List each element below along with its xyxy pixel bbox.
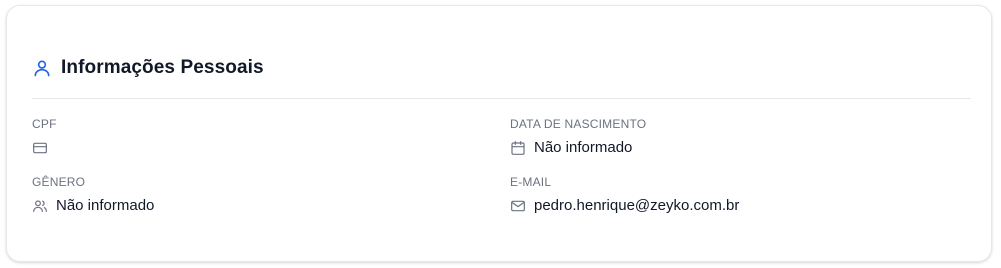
field-email: E-MAIL pedro.henrique@zeyko.com.br bbox=[510, 175, 739, 215]
field-value: Não informado bbox=[534, 139, 633, 156]
field-label: E-MAIL bbox=[510, 175, 552, 189]
field-birth-date: DATA DE NASCIMENTO Não informado bbox=[510, 117, 646, 157]
field-value: Não informado bbox=[56, 197, 155, 214]
field-value-row: Não informado bbox=[32, 197, 154, 215]
field-value-row bbox=[32, 139, 57, 157]
divider bbox=[32, 98, 971, 99]
field-label: GÊNERO bbox=[32, 175, 86, 189]
field-value-row: Não informado bbox=[510, 139, 646, 157]
user-icon bbox=[32, 58, 52, 78]
field-label: DATA DE NASCIMENTO bbox=[510, 117, 647, 131]
mail-icon bbox=[510, 198, 526, 214]
section-header: Informações Pessoais bbox=[32, 57, 264, 79]
field-label: CPF bbox=[32, 117, 57, 131]
email-value[interactable]: pedro.henrique@zeyko.com.br bbox=[534, 197, 739, 215]
field-cpf: CPF bbox=[32, 117, 57, 157]
users-icon bbox=[32, 198, 48, 214]
calendar-icon bbox=[510, 140, 526, 156]
section-title: Informações Pessoais bbox=[61, 57, 264, 78]
personal-info-card: Informações Pessoais CPF DATA DE NASCIME… bbox=[6, 5, 992, 262]
credit-card-icon bbox=[32, 140, 48, 156]
field-value-row: pedro.henrique@zeyko.com.br bbox=[510, 197, 739, 215]
field-gender: GÊNERO Não informado bbox=[32, 175, 154, 215]
